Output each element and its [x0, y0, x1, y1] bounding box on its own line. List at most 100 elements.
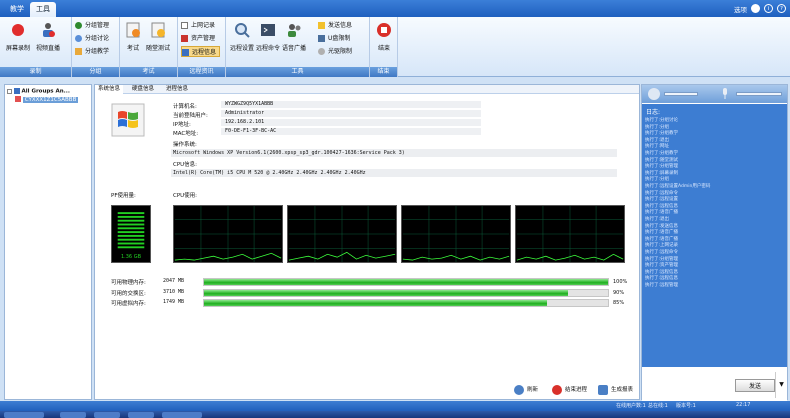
- log-row: 执行了:上网记录: [645, 243, 679, 249]
- group-end: 结束 结束: [370, 17, 398, 77]
- options-dot-icon[interactable]: [751, 4, 760, 13]
- user-label: 当前登陆用户:: [173, 113, 208, 119]
- log-title: 日志:: [646, 109, 661, 116]
- cpu-graph-1: [173, 205, 283, 263]
- log-row: 执行了:语音广播: [645, 236, 679, 242]
- asset-manage-button[interactable]: 资产管理: [181, 33, 215, 44]
- computer-name-label: 计算机名:: [173, 104, 197, 110]
- speaker-icon[interactable]: [648, 88, 660, 100]
- info-tabs: 系统信息 硬盘信息 进程信息: [95, 85, 639, 94]
- log-row: 执行了:分组教学: [645, 131, 679, 137]
- log-row: 执行了:语音广播: [645, 230, 679, 236]
- group-exam: 考试 随堂测试 考试: [120, 17, 178, 77]
- web-record-button[interactable]: 上网记录: [181, 20, 215, 31]
- mic-volume-slider[interactable]: [736, 92, 782, 96]
- cpu-info-label: CPU信息:: [173, 162, 198, 168]
- send-dropdown-icon[interactable]: ▼: [775, 372, 787, 398]
- remote-info-icon: [182, 49, 189, 56]
- remote-settings-button[interactable]: 远程设置: [230, 21, 254, 52]
- info-icon[interactable]: i: [764, 4, 773, 13]
- status-time: 22:17: [736, 402, 751, 408]
- taskbar-item[interactable]: [128, 412, 154, 418]
- stop-icon: [552, 385, 562, 395]
- volume-bar: [642, 85, 787, 103]
- group-manage-icon: [75, 22, 82, 29]
- remote-command-button[interactable]: 远程命令: [256, 21, 280, 52]
- group-record: 屏幕录制 视频直播 录制: [0, 17, 72, 77]
- send-button[interactable]: 发送: [735, 379, 775, 392]
- log-row: 执行了:远程命令: [645, 250, 679, 255]
- group-discuss-button[interactable]: 分组讨论: [75, 33, 109, 44]
- pf-usage-graph: 1.36 GB: [111, 205, 151, 263]
- tab-process-info[interactable]: 进程信息: [163, 85, 191, 94]
- taskbar-item[interactable]: [4, 412, 44, 418]
- quiz-button[interactable]: 随堂测试: [146, 21, 170, 52]
- group-label-end: 结束: [370, 67, 397, 77]
- tab-system-info[interactable]: 系统信息: [95, 85, 124, 94]
- microphone-icon[interactable]: [720, 88, 730, 100]
- taskbar-item[interactable]: [60, 412, 86, 418]
- top-right-controls: 选项 i ?: [734, 2, 786, 15]
- group-label-exam: 考试: [120, 67, 177, 77]
- group-teach-button[interactable]: 分组教学: [75, 46, 109, 57]
- mem-physical-fill: [204, 279, 608, 285]
- asset-icon: [181, 35, 188, 42]
- group-label-remote-info: 远程资讯: [178, 67, 225, 77]
- cpu-graph-3: [401, 205, 511, 263]
- tab-tools[interactable]: 工具: [30, 2, 56, 17]
- tree-node-selected[interactable]: CYXXX1Z1C5ABBB: [15, 96, 79, 103]
- mem-virtual-fill: [204, 300, 548, 306]
- ribbon: 屏幕录制 视频直播 录制 分组管理 分组讨论 分组教学 分组 考试 随堂测试 考…: [0, 17, 790, 77]
- mem-physical-bar: [203, 278, 609, 286]
- group-discuss-icon: [75, 35, 82, 42]
- log-row: 执行了:分组: [645, 124, 670, 130]
- report-icon: [598, 385, 608, 395]
- refresh-button[interactable]: 刷新: [514, 383, 538, 397]
- voice-broadcast-button[interactable]: 语音广播: [282, 21, 306, 52]
- tab-teaching[interactable]: 教学: [4, 2, 30, 17]
- taskbar-item[interactable]: [94, 412, 120, 418]
- tab-disk-info[interactable]: 硬盘信息: [129, 85, 157, 94]
- end-button[interactable]: 结束: [375, 21, 393, 52]
- log-row: 执行了:远程信息: [645, 276, 679, 282]
- screen-record-button[interactable]: 屏幕录制: [6, 21, 30, 52]
- group-label-record: 录制: [0, 67, 71, 77]
- tree-root[interactable]: All Groups An...: [7, 88, 70, 95]
- expand-icon[interactable]: [7, 88, 12, 94]
- cpu-graph-4-plot: [516, 206, 624, 262]
- log-row: 执行了:远程命令: [645, 190, 679, 196]
- exam-button[interactable]: 考试: [124, 21, 142, 52]
- video-live-button[interactable]: 视频直播: [36, 21, 60, 52]
- os-taskbar: [0, 411, 790, 418]
- log-row: 执行了:分组管理: [645, 164, 679, 170]
- windows-logo-icon: [111, 103, 145, 137]
- help-icon[interactable]: ?: [777, 4, 786, 13]
- options-menu[interactable]: 选项: [734, 4, 747, 14]
- group-manage-button[interactable]: 分组管理: [75, 20, 109, 31]
- send-message-button[interactable]: 发送信息: [318, 20, 352, 31]
- generate-report-button[interactable]: 生成报表: [598, 383, 633, 397]
- usb-limit-button[interactable]: U盘限制: [318, 33, 350, 44]
- user-camera-icon: [43, 23, 55, 37]
- panel-spacer: [0, 77, 790, 84]
- end-process-button[interactable]: 结束进程: [552, 383, 587, 397]
- cpu-info-value: Intel(R) Core(TM) i5 CPU M 520 @ 2.40GHz…: [171, 169, 617, 177]
- users-icon: [288, 24, 301, 37]
- log-row: 执行了:资产管理: [645, 263, 679, 269]
- speaker-volume-slider[interactable]: [664, 92, 698, 96]
- cdrom-limit-button[interactable]: 光驱限制: [318, 46, 352, 57]
- log-row: 执行了:分组教学: [645, 151, 679, 156]
- mem-virtual-value: 1749 MB: [163, 299, 185, 305]
- cpu-graph-1-plot: [174, 206, 282, 262]
- mem-physical-value: 2047 MB: [163, 278, 185, 284]
- remote-info-button[interactable]: 远程信息: [181, 46, 221, 57]
- taskbar-item[interactable]: [162, 412, 202, 418]
- terminal-icon: [261, 24, 275, 36]
- cpu-graph-2: [287, 205, 397, 263]
- log-row: 执行了:发送信息: [645, 223, 679, 229]
- log-row: 执行了:分组: [645, 177, 670, 183]
- log-row: 执行了:语音广播: [645, 210, 679, 216]
- info-panel: 系统信息 硬盘信息 进程信息 计算机名: WYZWGZ9Q5YX1ABBB 当前…: [94, 84, 640, 400]
- user-value: Administrator: [221, 110, 481, 117]
- mac-value: F0-DE-F1-3F-BC-AC: [221, 128, 481, 135]
